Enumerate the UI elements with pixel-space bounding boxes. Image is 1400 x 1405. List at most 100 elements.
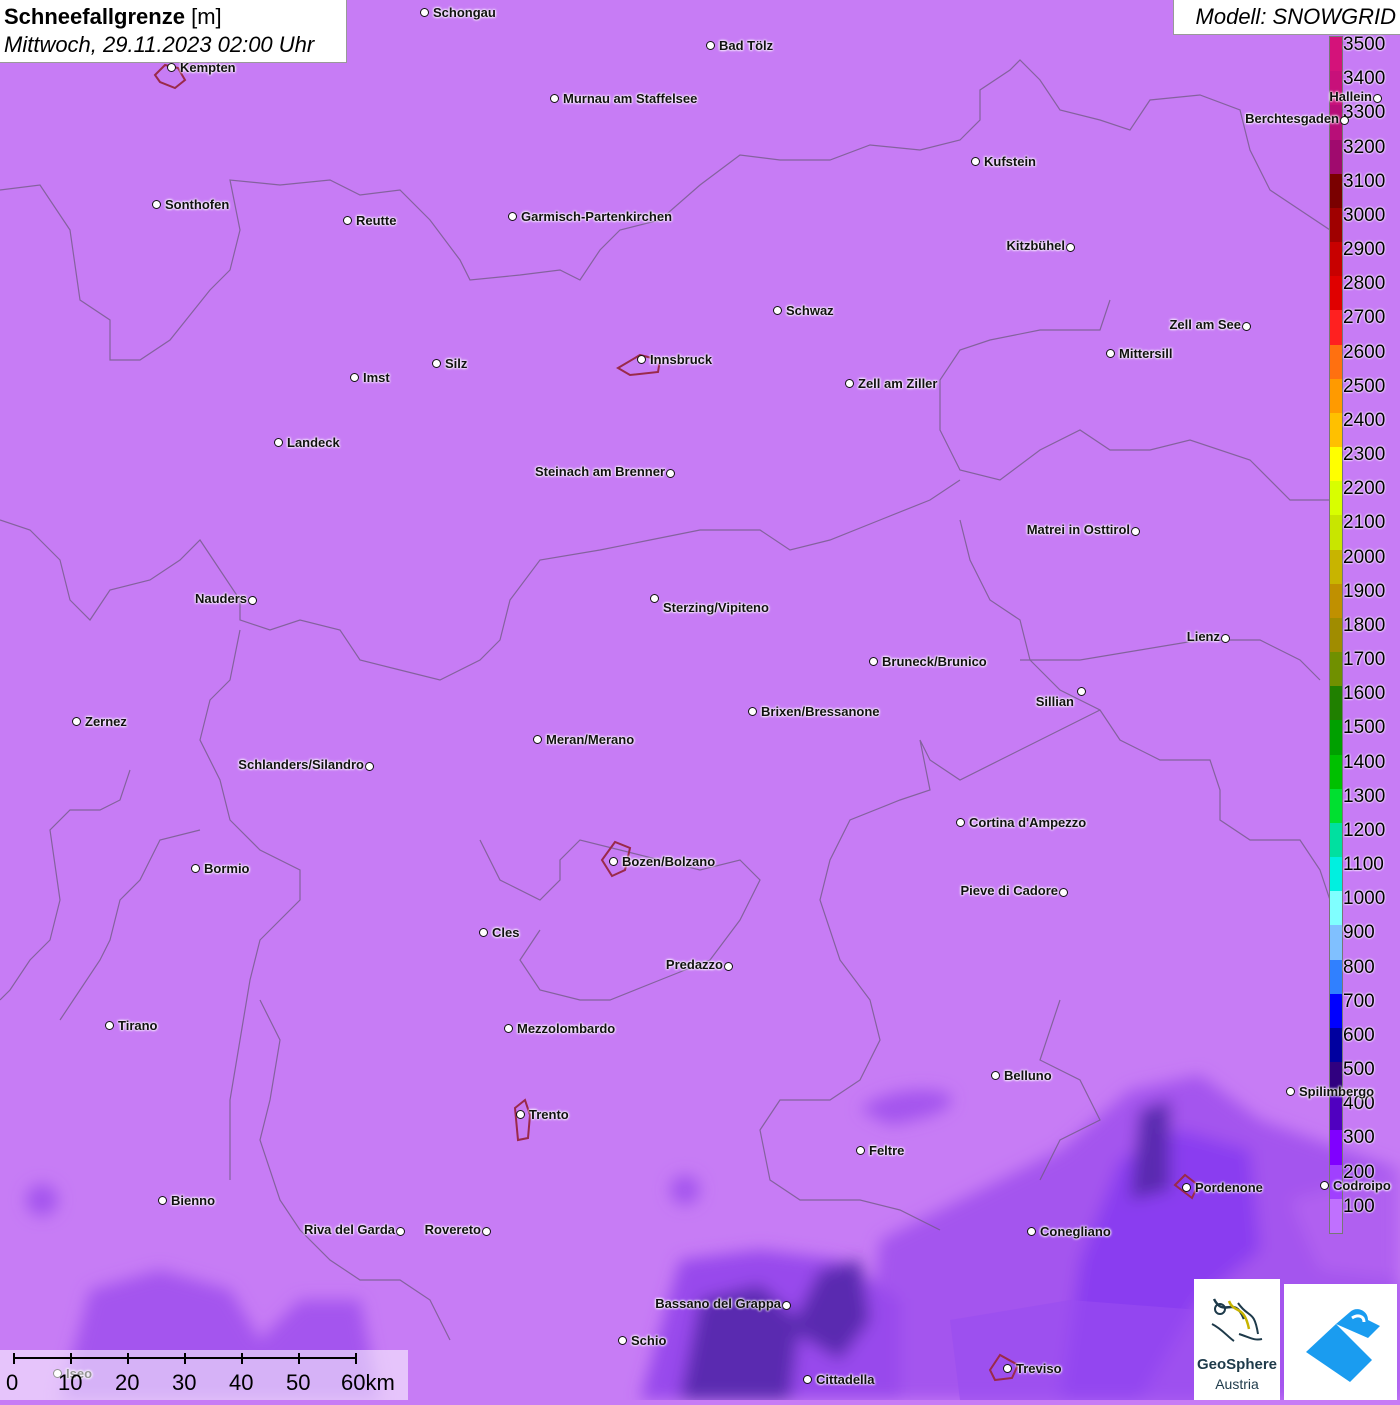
legend-color-swatch [1330,1130,1342,1166]
city-label: Bormio [204,861,250,876]
legend-color-swatch [1330,959,1342,995]
city-label: Conegliano [1040,1224,1111,1239]
city-dot [971,157,980,166]
city-dot [1106,349,1115,358]
city-dot [856,1146,865,1155]
city-label: Tirano [118,1018,158,1033]
legend-color-swatch [1330,447,1342,482]
city-dot [508,212,517,221]
legend-value-label: 900 [1343,922,1375,944]
legend-value-label: 3300 [1343,102,1386,124]
legend-color-swatch [1330,173,1342,209]
city-label: Hallein [1329,89,1372,104]
legend-color-swatch [1330,515,1342,551]
city-label: Sonthofen [165,197,230,212]
city-label: Mezzolombardo [517,1021,616,1036]
city-dot [479,928,488,937]
city-label: Belluno [1004,1068,1052,1083]
city-dot [748,707,757,716]
city-dot [869,657,878,666]
city-dot [248,596,257,605]
title-box: Schneefallgrenze [m] Mittwoch, 29.11.202… [0,0,347,63]
city-dot [773,306,782,315]
city-dot [1286,1087,1295,1096]
legend-value-label: 2300 [1343,444,1386,466]
city-dot [637,355,646,364]
city-label: Bruneck/Brunico [882,654,987,669]
scale-label: 40 [229,1370,254,1395]
city-dot [350,373,359,382]
city-label: Zernez [85,714,127,729]
scale-label: 50 [286,1370,311,1395]
city-label: Zell am Ziller [858,376,938,391]
city-label: Bienno [171,1193,216,1208]
city-dot [1027,1227,1036,1236]
scale-label: 20 [115,1370,140,1395]
city-dot [396,1227,405,1236]
legend-color-swatch [1330,549,1342,585]
city-label: Bozen/Bolzano [622,854,716,869]
city-label: Schongau [433,5,496,20]
city-label: Nauders [194,591,247,606]
weather-app-icon [1306,1309,1380,1382]
legend-value-label: 800 [1343,956,1375,978]
city-dot [504,1024,513,1033]
legend-color-swatch [1330,481,1342,516]
legend-value-label: 3000 [1343,204,1386,226]
legend-color-swatch [1330,720,1342,756]
legend-color-swatch [1330,993,1342,1029]
legend-color-swatch [1330,37,1342,72]
city-label: Schio [631,1333,667,1348]
legend-color-swatch [1330,617,1342,653]
legend-value-label: 2200 [1343,478,1386,500]
city-dot [724,962,733,971]
city-dot [420,8,429,17]
city-label: Garmisch-Partenkirchen [521,209,673,224]
city-dot [1003,1364,1012,1373]
legend-value-label: 2100 [1343,512,1386,534]
color-legend [1329,36,1343,1234]
city-dot [1059,888,1068,897]
city-label: Schlanders/Silandro [238,757,364,772]
legend-color-swatch [1330,652,1342,687]
legend-color-swatch [1330,583,1342,619]
legend-value-label: 2600 [1343,341,1386,363]
legend-value-label: 600 [1343,1024,1375,1046]
legend-color-swatch [1330,1027,1342,1063]
city-label: Sillian [1035,694,1074,709]
city-label: Pieve di Cadore [960,883,1058,898]
city-label: Rovereto [424,1222,481,1237]
city-dot [1131,527,1140,536]
legend-color-swatch [1330,276,1342,311]
scale-label: 30 [172,1370,197,1395]
model-label: Modell: SNOWGRID [1195,4,1396,29]
legend-color-swatch [1330,139,1342,175]
legend-color-swatch [1330,822,1342,858]
legend-color-swatch [1330,754,1342,790]
city-label: Lienz [1186,629,1220,644]
city-dot [365,762,374,771]
city-dot [1242,322,1251,331]
city-dot [343,216,352,225]
logo-text-geosphere: GeoSphere [1196,1356,1278,1373]
city-label: Silz [445,356,468,371]
legend-value-label: 3400 [1343,68,1386,90]
city-dot [1077,687,1086,696]
city-label: Riva del Garda [303,1222,395,1237]
legend-value-label: 1500 [1343,717,1386,739]
city-dot [482,1227,491,1236]
city-label: Trento [529,1107,569,1122]
legend-value-label: 3500 [1343,34,1386,55]
city-dot [803,1375,812,1384]
city-dot [991,1071,1000,1080]
city-dot [191,864,200,873]
legend-color-swatch [1330,925,1342,961]
city-label: Zell am See [1169,317,1241,332]
legend-value-label: 500 [1343,1059,1375,1081]
app-logo[interactable] [1284,1284,1397,1400]
legend-value-label: 100 [1343,1195,1375,1217]
model-box: Modell: SNOWGRID [1173,0,1400,35]
city-label: Reutte [356,213,397,228]
city-label: Brixen/Bressanone [761,704,880,719]
legend-value-label: 2900 [1343,239,1386,261]
